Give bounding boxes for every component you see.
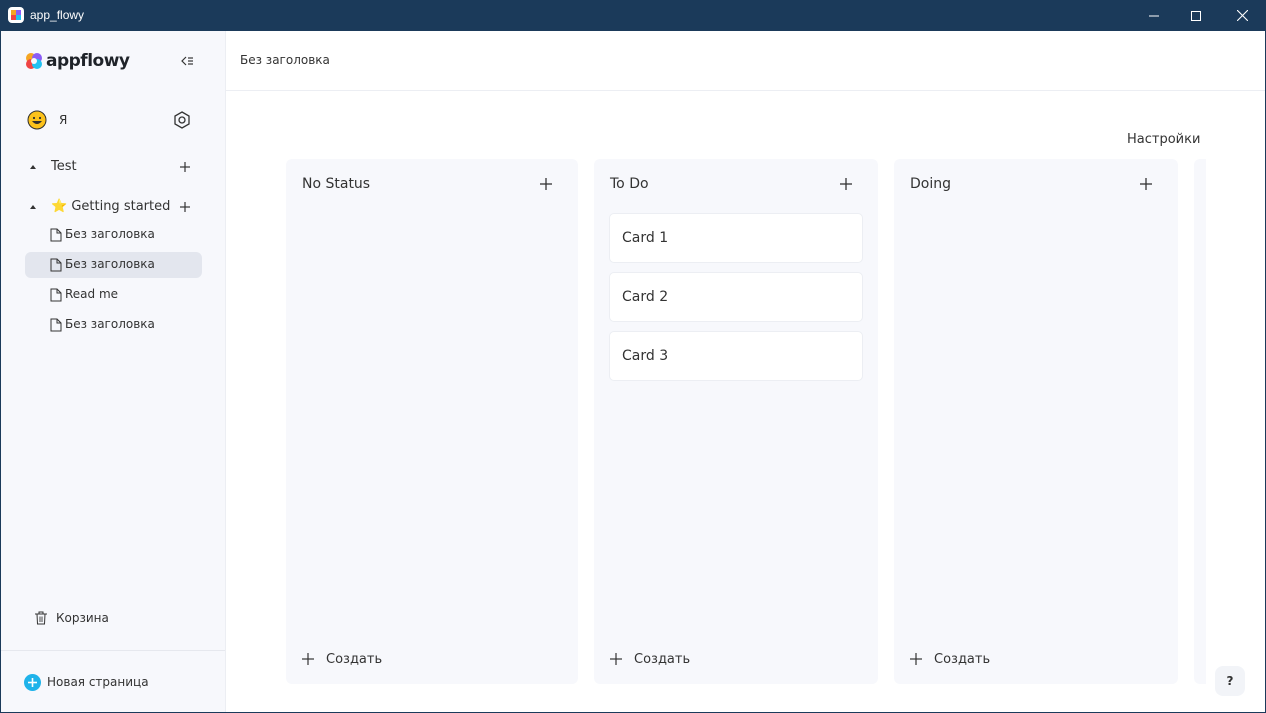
grinning-face-icon	[27, 110, 47, 130]
add-card-icon[interactable]	[1139, 177, 1153, 191]
board-settings-button[interactable]: Настройки	[1127, 132, 1200, 147]
close-button[interactable]	[1219, 0, 1265, 31]
maximize-button[interactable]	[1173, 0, 1219, 31]
collapse-sidebar-button[interactable]	[179, 53, 195, 69]
board-card[interactable]: Card 3	[609, 331, 863, 381]
column-title[interactable]: No Status	[302, 176, 370, 192]
page-label: Без заголовка	[65, 257, 155, 271]
new-page-button[interactable]: Новая страница	[1, 650, 225, 712]
caret-up-icon[interactable]	[30, 205, 36, 209]
add-page-icon[interactable]	[178, 160, 192, 174]
breadcrumb[interactable]: Без заголовка	[240, 53, 330, 67]
create-label: Создать	[934, 652, 991, 667]
new-page-label: Новая страница	[47, 675, 149, 689]
close-icon	[1236, 10, 1248, 21]
column-title[interactable]: Doing	[910, 176, 951, 192]
plus-icon	[302, 653, 314, 665]
board-column-doing: Doing Создать	[894, 159, 1178, 684]
column-title[interactable]: To Do	[610, 176, 649, 192]
collapse-sidebar-icon	[181, 56, 193, 66]
plus-icon	[610, 653, 622, 665]
appflowy-logo-icon	[26, 53, 42, 69]
board-card[interactable]: Card 1	[609, 213, 863, 263]
page-header: Без заголовка	[226, 31, 1265, 91]
board-column-to-do: To Do Card 1 Card 2 Card 3 Создать	[594, 159, 878, 684]
page-label: Без заголовка	[65, 227, 155, 241]
maximize-icon	[1191, 10, 1201, 21]
add-page-icon[interactable]	[178, 200, 192, 214]
sidebar-page-item[interactable]: Без заголовка	[25, 222, 202, 248]
section-getting-started[interactable]: ⭐ Getting started	[25, 196, 203, 220]
add-card-icon[interactable]	[839, 177, 853, 191]
section-label: ⭐ Getting started	[51, 199, 171, 214]
create-label: Создать	[634, 652, 691, 667]
window-titlebar[interactable]: app_flowy	[0, 0, 1266, 31]
plus-circle-icon	[24, 674, 41, 691]
minimize-button[interactable]	[1131, 0, 1177, 31]
document-icon	[50, 228, 62, 242]
board-column-no-status: No Status Создать	[286, 159, 578, 684]
add-card-icon[interactable]	[539, 177, 553, 191]
document-icon	[50, 318, 62, 332]
user-profile[interactable]: Я	[27, 109, 197, 133]
section-test[interactable]: Test	[25, 156, 203, 180]
gear-icon	[174, 111, 190, 129]
appflowy-logo: appflowy	[25, 51, 130, 71]
sidebar: appflowy Я Test ⭐ Getting started Без за…	[1, 31, 226, 712]
card-title: Card 2	[622, 289, 669, 305]
document-icon	[50, 258, 62, 272]
app-logo-icon	[8, 7, 24, 23]
minimize-icon	[1149, 15, 1159, 16]
user-name: Я	[59, 113, 68, 127]
trash-label: Корзина	[56, 611, 109, 625]
sidebar-page-item[interactable]: Read me	[25, 282, 202, 308]
card-title: Card 3	[622, 348, 669, 364]
board-card[interactable]: Card 2	[609, 272, 863, 322]
page-label: Без заголовка	[65, 317, 155, 331]
card-title: Card 1	[622, 230, 669, 246]
help-button[interactable]: ?	[1215, 666, 1245, 696]
board-column-partial	[1194, 159, 1206, 684]
page-label: Read me	[65, 287, 119, 301]
caret-up-icon[interactable]	[30, 165, 36, 169]
create-label: Создать	[326, 652, 383, 667]
window-title: app_flowy	[30, 8, 85, 22]
document-icon	[50, 288, 62, 302]
sidebar-page-item-active[interactable]: Без заголовка	[25, 252, 202, 278]
logo-text: appflowy	[46, 51, 130, 71]
trash-icon	[35, 611, 47, 625]
sidebar-page-item[interactable]: Без заголовка	[25, 312, 202, 338]
section-label: Test	[51, 159, 77, 174]
plus-icon	[910, 653, 922, 665]
settings-button[interactable]	[172, 110, 192, 130]
